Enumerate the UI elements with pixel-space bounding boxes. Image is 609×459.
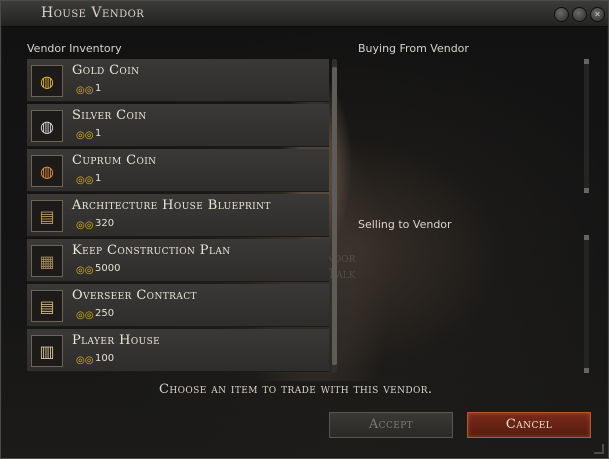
selling-to-vendor-label: Selling to Vendor [358, 218, 452, 231]
vendor-inventory-list: ◍ Gold Coin ◎◎ 1 ◍ Silver Coin ◎◎ 1 ◍ Cuprum Coin… [27, 59, 329, 373]
title-bar[interactable]: House Vendor ✕ [1, 1, 608, 27]
item-name: Architecture House Blueprint [72, 198, 271, 213]
item-price: 5000 [95, 263, 121, 274]
silver-coins-icon: ◍ [31, 110, 63, 142]
contract-scroll-icon: ▤ [31, 290, 63, 322]
gold-coins-icon: ◎◎ [76, 265, 94, 276]
item-name: Cuprum Coin [72, 153, 157, 168]
gold-coins-icon: ◎◎ [76, 85, 94, 96]
vendor-window: House Vendor ✕ House Vendor Press E to T… [0, 0, 609, 459]
buying-scroll-down-arrow[interactable] [584, 188, 589, 193]
item-price: 1 [95, 83, 102, 94]
item-price: 1 [95, 173, 102, 184]
keep-plan-icon: ▦ [31, 245, 63, 277]
selling-scroll-up-arrow[interactable] [584, 235, 589, 240]
inventory-scroll-thumb[interactable] [332, 67, 337, 365]
buying-scrollbar[interactable] [584, 59, 589, 193]
accept-button[interactable]: Accept [329, 412, 453, 438]
item-name: Keep Construction Plan [72, 243, 231, 258]
gold-coins-icon: ◎◎ [76, 130, 94, 141]
resize-grip-icon[interactable] [594, 444, 604, 454]
vendor-inventory-label: Vendor Inventory [27, 42, 122, 55]
trade-prompt: Choose an item to trade with this vendor… [159, 382, 433, 397]
inventory-item[interactable]: ◍ Gold Coin ◎◎ 1 [27, 59, 329, 102]
item-price: 320 [95, 218, 115, 229]
gold-coins-icon: ◎◎ [76, 175, 94, 186]
gold-coins-icon: ◍ [31, 65, 63, 97]
item-name: Gold Coin [72, 63, 140, 78]
gold-coins-icon: ◎◎ [76, 310, 94, 321]
cancel-button[interactable]: Cancel [467, 412, 591, 438]
inventory-item[interactable]: ▥ Player House ◎◎ 100 [27, 329, 329, 372]
blueprint-scroll-icon: ▤ [31, 200, 63, 232]
inventory-item[interactable]: ▤ Overseer Contract ◎◎ 250 [27, 284, 329, 327]
selling-scroll-down-arrow[interactable] [584, 368, 589, 373]
gold-coins-icon: ◎◎ [76, 355, 94, 366]
maximize-button[interactable] [572, 7, 587, 22]
item-price: 1 [95, 128, 102, 139]
inventory-item[interactable]: ◍ Silver Coin ◎◎ 1 [27, 104, 329, 147]
buying-from-vendor-label: Buying From Vendor [358, 42, 469, 55]
selling-scrollbar[interactable] [584, 235, 589, 373]
inventory-item[interactable]: ▦ Keep Construction Plan ◎◎ 5000 [27, 239, 329, 282]
buying-scroll-up-arrow[interactable] [584, 59, 589, 64]
item-name: Player House [72, 333, 161, 348]
window-title: House Vendor [41, 5, 145, 21]
close-button[interactable]: ✕ [590, 7, 605, 22]
item-name: Silver Coin [72, 108, 147, 123]
inventory-scrollbar[interactable] [332, 59, 337, 373]
inventory-item[interactable]: ▤ Architecture House Blueprint ◎◎ 320 [27, 194, 329, 237]
house-deed-icon: ▥ [31, 335, 63, 367]
item-name: Overseer Contract [72, 288, 197, 303]
minimize-button[interactable] [554, 7, 569, 22]
item-price: 100 [95, 353, 115, 364]
gold-coins-icon: ◎◎ [76, 220, 94, 231]
cuprum-coins-icon: ◍ [31, 155, 63, 187]
inventory-item[interactable]: ◍ Cuprum Coin ◎◎ 1 [27, 149, 329, 192]
item-price: 250 [95, 308, 115, 319]
